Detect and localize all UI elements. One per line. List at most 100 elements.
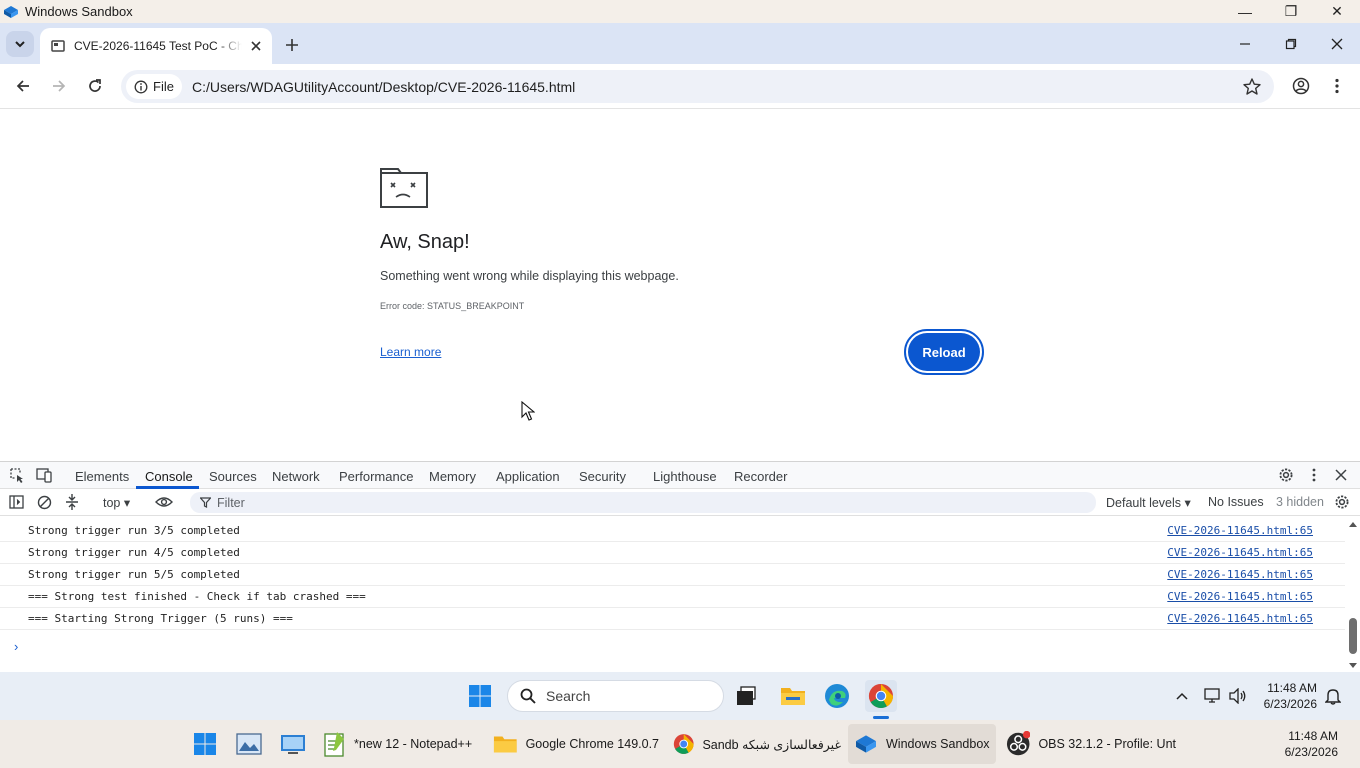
- volume-tray-icon[interactable]: [1222, 680, 1254, 712]
- sandbox-minimize-button[interactable]: —: [1222, 0, 1268, 23]
- tab-performance[interactable]: Performance: [339, 469, 413, 484]
- crash-title: Aw, Snap!: [380, 231, 470, 253]
- arrow-left-icon: [16, 80, 29, 92]
- tab-console[interactable]: Console: [145, 469, 193, 484]
- devtools-panel: Elements Console Sources Network Perform…: [0, 461, 1360, 672]
- start-button[interactable]: [464, 680, 496, 712]
- live-expression-eye-icon[interactable]: [154, 493, 174, 511]
- folder-icon: [493, 736, 517, 753]
- windows-sandbox-logo-icon: [856, 735, 876, 753]
- taskbar-app-label: Google Chrome 149.0.7: [525, 737, 659, 751]
- chrome-taskbar-icon[interactable]: [865, 680, 897, 712]
- console-log-row: Strong trigger run 3/5 completed CVE-2026…: [0, 520, 1345, 542]
- inspect-element-icon[interactable]: [8, 466, 26, 484]
- bookmark-star-icon[interactable]: [1242, 77, 1262, 97]
- task-view-button[interactable]: [730, 680, 762, 712]
- taskbar-app-label: Windows Sandbox: [886, 737, 990, 751]
- scroll-down-arrow-icon[interactable]: [1348, 662, 1358, 670]
- clear-console-icon[interactable]: [35, 493, 53, 511]
- log-source-link[interactable]: CVE-2026-11645.html:65: [1167, 612, 1313, 625]
- log-source-link[interactable]: CVE-2026-11645.html:65: [1167, 590, 1313, 603]
- windows-logo-icon: [194, 733, 216, 755]
- image-viewer-icon: [236, 733, 262, 755]
- chrome-menu-button[interactable]: [1323, 72, 1351, 100]
- console-scrollbar[interactable]: [1346, 520, 1360, 670]
- browser-tab[interactable]: CVE-2026-11645 Test PoC - Chr: [40, 28, 272, 64]
- chrome-sandbox-taskbar-button[interactable]: Sandb غیرفعالسازی شبکه: [673, 724, 841, 764]
- tab-recorder[interactable]: Recorder: [734, 469, 787, 484]
- back-button[interactable]: [9, 72, 37, 100]
- log-source-link[interactable]: CVE-2026-11645.html:65: [1167, 524, 1313, 537]
- sandbox-clock[interactable]: 11:48 AM 6/23/2026: [1258, 680, 1317, 712]
- profile-avatar-icon: [1292, 77, 1310, 95]
- tab-sources[interactable]: Sources: [209, 469, 257, 484]
- notepad-plus-plus-taskbar-button[interactable]: *new 12 - Notepad++: [322, 724, 482, 764]
- console-log-row: Strong trigger run 4/5 completed CVE-2026…: [0, 542, 1345, 564]
- tab-security[interactable]: Security: [579, 469, 626, 484]
- devtools-more-icon[interactable]: [1305, 466, 1323, 484]
- site-info-chip[interactable]: File: [126, 74, 182, 99]
- sandbox-close-button[interactable]: ✕: [1314, 0, 1360, 23]
- reload-button[interactable]: Reload: [904, 329, 984, 375]
- windows-logo-icon: [469, 685, 491, 707]
- reload-button-label: Reload: [908, 333, 980, 371]
- console-filter-input[interactable]: Filter: [190, 492, 1096, 513]
- scroll-up-arrow-icon[interactable]: [1348, 520, 1358, 528]
- log-source-link[interactable]: CVE-2026-11645.html:65: [1167, 546, 1313, 559]
- log-message: Strong trigger run 4/5 completed: [28, 546, 240, 559]
- console-log-row: === Strong test finished - Check if tab …: [0, 586, 1345, 608]
- new-tab-button[interactable]: [280, 33, 304, 57]
- search-placeholder: Search: [546, 688, 591, 704]
- reload-toolbar-button[interactable]: [81, 72, 109, 100]
- log-source-link[interactable]: CVE-2026-11645.html:65: [1167, 568, 1313, 581]
- sidebar-toggle-icon[interactable]: [7, 493, 25, 511]
- edge-taskbar-icon[interactable]: [821, 680, 853, 712]
- profile-button[interactable]: [1287, 72, 1315, 100]
- tab-lighthouse[interactable]: Lighthouse: [653, 469, 717, 484]
- chrome-installer-taskbar-button[interactable]: Google Chrome 149.0.7: [493, 724, 659, 764]
- console-log-list: Strong trigger run 3/5 completed CVE-2026…: [0, 520, 1345, 630]
- chrome-minimize-button[interactable]: [1222, 23, 1268, 64]
- console-prompt[interactable]: ›: [14, 639, 18, 654]
- console-settings-icon[interactable]: [1333, 493, 1351, 511]
- notifications-button[interactable]: [1317, 680, 1349, 712]
- show-hidden-icons-button[interactable]: [1166, 680, 1198, 712]
- tab-application[interactable]: Application: [496, 469, 560, 484]
- url-text[interactable]: C:/Users/WDAGUtilityAccount/Desktop/CVE-…: [192, 79, 575, 95]
- address-bar[interactable]: File C:/Users/WDAGUtilityAccount/Desktop…: [121, 70, 1274, 103]
- context-selector[interactable]: top ▾: [103, 495, 130, 510]
- devtools-close-icon[interactable]: [1332, 466, 1350, 484]
- issues-counter[interactable]: No Issues: [1208, 495, 1264, 509]
- remote-desktop-taskbar-button[interactable]: [277, 724, 309, 764]
- devtools-settings-icon[interactable]: [1277, 466, 1295, 484]
- tab-strip: CVE-2026-11645 Test PoC - Chr: [0, 23, 1360, 64]
- preserve-log-icon[interactable]: [63, 493, 81, 511]
- sad-tab-icon: [380, 168, 428, 208]
- tab-close-icon[interactable]: [248, 38, 264, 54]
- windows-sandbox-taskbar-button[interactable]: Windows Sandbox: [848, 724, 996, 764]
- tab-memory[interactable]: Memory: [429, 469, 476, 484]
- host-start-button[interactable]: [189, 724, 221, 764]
- photos-taskbar-button[interactable]: [233, 724, 265, 764]
- log-levels-dropdown[interactable]: Default levels ▾: [1106, 495, 1191, 510]
- refresh-icon: [89, 79, 101, 92]
- chrome-close-button[interactable]: [1314, 23, 1360, 64]
- mouse-cursor-icon: [521, 401, 535, 421]
- obs-taskbar-button[interactable]: OBS 32.1.2 - Profile: Unt: [1006, 724, 1176, 764]
- taskbar-search-box[interactable]: Search: [507, 680, 724, 712]
- chrome-restore-button[interactable]: [1268, 23, 1314, 64]
- sandbox-title-bar: Windows Sandbox — ❐ ✕: [0, 0, 1360, 23]
- host-clock[interactable]: 11:48 AM 6/23/2026: [1276, 728, 1338, 760]
- file-explorer-taskbar-icon[interactable]: [777, 680, 809, 712]
- tab-elements[interactable]: Elements: [75, 469, 129, 484]
- scrollbar-thumb[interactable]: [1349, 618, 1357, 654]
- crash-message: Something went wrong while displaying th…: [380, 269, 679, 283]
- learn-more-link[interactable]: Learn more: [380, 345, 441, 359]
- tab-search-button[interactable]: [6, 31, 34, 57]
- sandbox-restore-button[interactable]: ❐: [1268, 0, 1314, 23]
- arrow-right-icon: [53, 80, 66, 92]
- forward-button[interactable]: [45, 72, 73, 100]
- tab-network[interactable]: Network: [272, 469, 320, 484]
- device-toolbar-icon[interactable]: [35, 466, 53, 484]
- taskbar-app-label: Sandb غیرفعالسازی شبکه: [702, 737, 841, 752]
